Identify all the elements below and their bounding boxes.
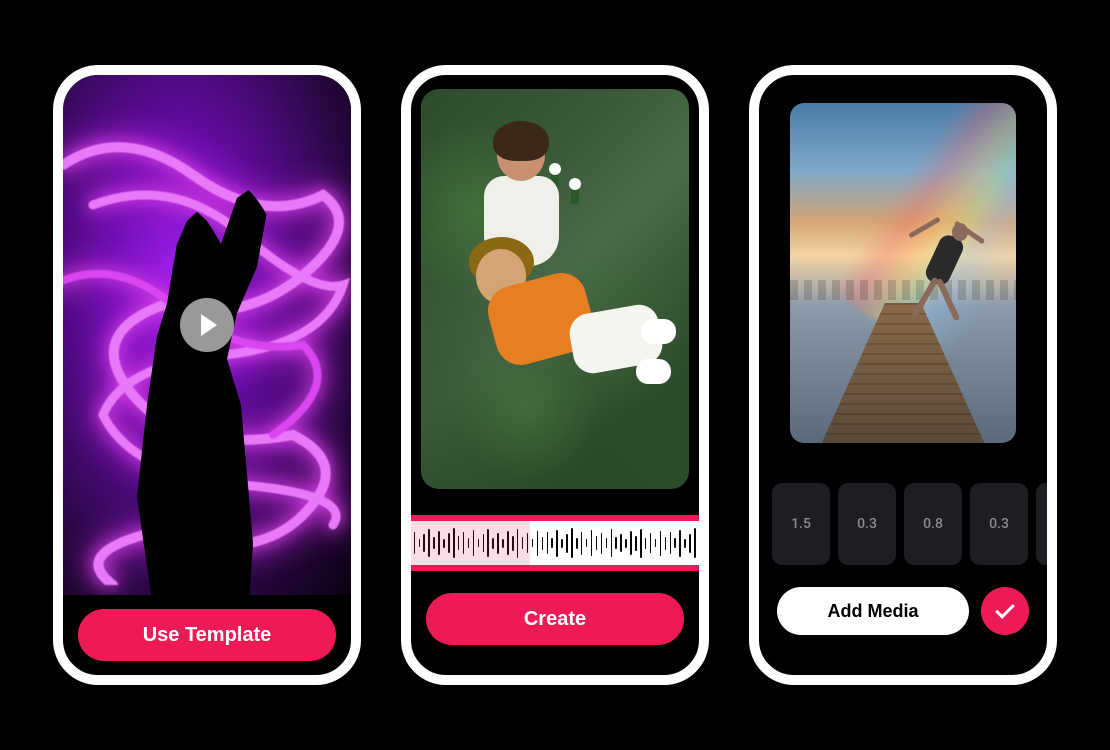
person-figure: [491, 259, 671, 439]
phone-mockup-template: Use Template: [53, 65, 361, 685]
create-button[interactable]: Create: [426, 593, 684, 645]
clip-slot[interactable]: 0.3: [970, 483, 1028, 565]
waveform-progress: [411, 521, 530, 565]
check-icon: [995, 599, 1015, 619]
action-button-row: Add Media: [759, 587, 1047, 635]
add-media-button[interactable]: Add Media: [777, 587, 969, 635]
play-button[interactable]: [180, 298, 234, 352]
video-preview[interactable]: [63, 75, 351, 595]
clip-slot[interactable]: 1.5: [772, 483, 830, 565]
person-figure: [917, 205, 987, 325]
phone-screen: 1.5 0.3 0.8 0.3 Add Media: [759, 75, 1047, 675]
phone-screen: Use Template: [63, 75, 351, 675]
phone-mockup-add-media: 1.5 0.3 0.8 0.3 Add Media: [749, 65, 1057, 685]
clip-slot[interactable]: 0.3: [838, 483, 896, 565]
clip-slot[interactable]: [1036, 483, 1047, 565]
decoration: [571, 184, 579, 204]
waveform-track: [411, 521, 699, 565]
phone-screen: Create: [411, 75, 699, 675]
clip-slot[interactable]: 0.8: [904, 483, 962, 565]
media-preview[interactable]: [790, 103, 1016, 443]
media-preview[interactable]: [421, 89, 689, 489]
clip-duration-row: 1.5 0.3 0.8 0.3: [772, 483, 1047, 565]
audio-waveform-scrubber[interactable]: [411, 515, 699, 571]
phone-mockup-create: Create: [401, 65, 709, 685]
confirm-button[interactable]: [981, 587, 1029, 635]
play-icon: [201, 314, 217, 336]
use-template-button[interactable]: Use Template: [78, 609, 336, 661]
